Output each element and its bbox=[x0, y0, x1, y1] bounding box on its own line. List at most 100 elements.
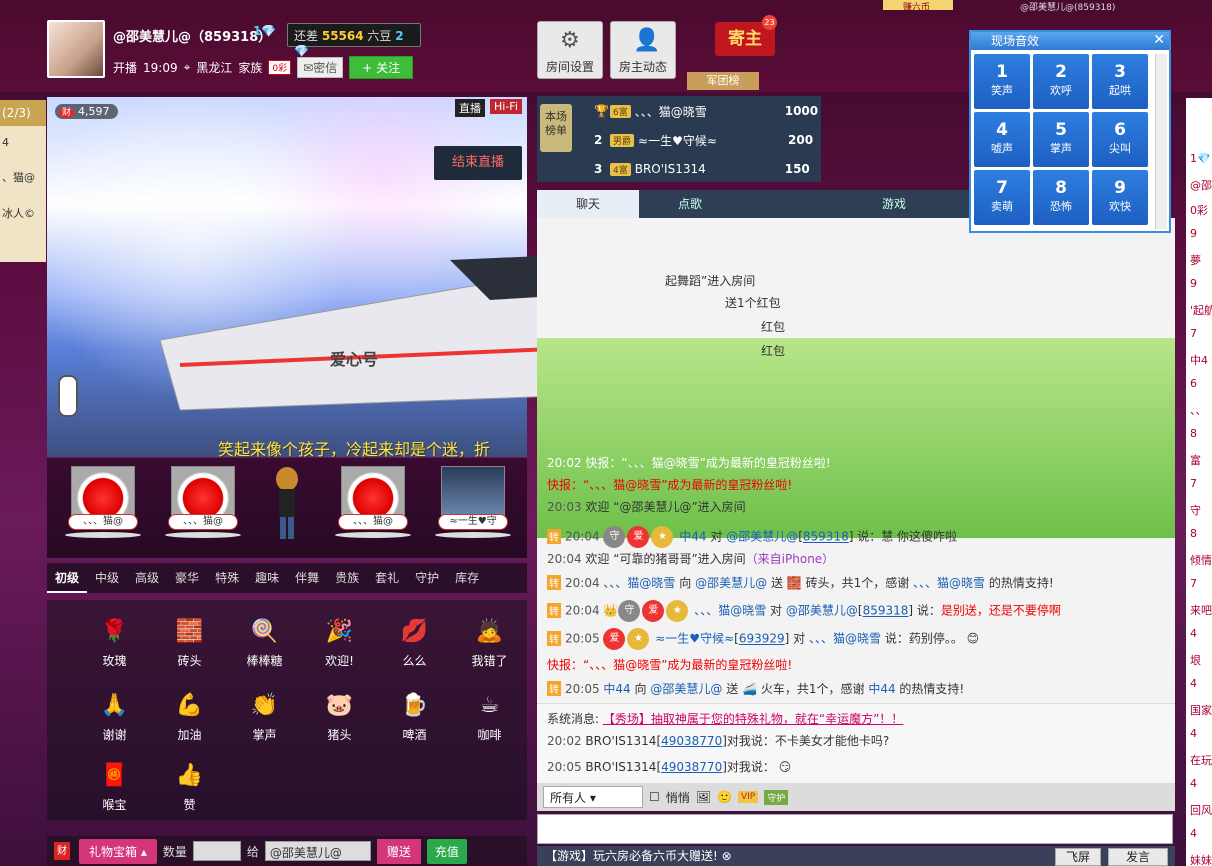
hifi-tag[interactable]: Hi-Fi bbox=[490, 99, 522, 114]
gift-item[interactable]: 👍 赞 bbox=[152, 756, 227, 813]
sound-key[interactable]: 6 尖叫 bbox=[1092, 112, 1148, 167]
chat-user-id[interactable]: 693929 bbox=[739, 632, 785, 646]
chat-user[interactable]: 中44 bbox=[603, 682, 630, 696]
tab-song-request[interactable]: 点歌 bbox=[639, 190, 741, 218]
private-mail-button[interactable]: ✉密信 bbox=[297, 57, 344, 78]
gift-item[interactable]: 👏 掌声 bbox=[227, 686, 302, 743]
right-list-item[interactable]: '起航 bbox=[1190, 302, 1212, 318]
emoji-button-icon[interactable]: 🙂 bbox=[717, 790, 732, 804]
right-list-item[interactable]: 4 bbox=[1190, 777, 1197, 790]
right-list-item[interactable]: 妹妹 bbox=[1190, 852, 1212, 866]
right-list-item[interactable]: 4 bbox=[1190, 727, 1197, 740]
chat-input[interactable] bbox=[537, 814, 1173, 844]
follow-button[interactable]: + 关注 bbox=[349, 56, 414, 79]
system-private-area[interactable]: 系统消息: 【秀场】抽取神属于您的特殊礼物，就在“幸运魔方”！！ 20:02 B… bbox=[537, 703, 1175, 783]
room-settings-button[interactable]: ⚙ 房间设置 bbox=[537, 21, 603, 79]
right-list-item[interactable]: 4 bbox=[1190, 627, 1197, 640]
right-list-item[interactable]: 守 bbox=[1190, 502, 1201, 518]
gift-item[interactable]: 🍺 啤酒 bbox=[377, 686, 452, 743]
chat-user[interactable]: ≈一生♥守候≈ bbox=[655, 632, 734, 646]
earn-coins-link[interactable]: 赚六币 bbox=[883, 0, 953, 13]
right-list-item[interactable]: 1💎 bbox=[1190, 152, 1211, 165]
host-avatar[interactable] bbox=[47, 20, 105, 78]
right-list-item[interactable]: 倾情 bbox=[1190, 552, 1212, 568]
recharge-button[interactable]: 充值 bbox=[426, 838, 467, 864]
sound-key[interactable]: 8 恐怖 bbox=[1033, 170, 1089, 225]
chat-user[interactable]: 中44 bbox=[868, 682, 895, 696]
live-tag[interactable]: 直播 bbox=[455, 99, 485, 117]
right-list-item[interactable]: @邵 bbox=[1190, 177, 1212, 193]
send-message-button[interactable]: 发言 bbox=[1108, 848, 1168, 866]
recipient-select[interactable]: @邵美慧儿@ bbox=[264, 841, 371, 861]
left-list-item[interactable]: 4 bbox=[0, 126, 46, 159]
right-list-item[interactable]: 国家 bbox=[1190, 702, 1212, 718]
right-list-item[interactable]: 富 bbox=[1190, 452, 1201, 468]
tab-blank[interactable] bbox=[741, 190, 843, 218]
send-gift-button[interactable]: 赠送 bbox=[376, 838, 421, 864]
right-list-item[interactable]: 0彩 bbox=[1190, 202, 1208, 218]
gift-tab[interactable]: 特殊 bbox=[207, 563, 247, 593]
legion-rank-button[interactable]: 军团榜 bbox=[687, 72, 759, 90]
guard-icon[interactable]: 守护 bbox=[764, 789, 789, 805]
right-list-item[interactable]: 7 bbox=[1190, 327, 1197, 340]
gift-item[interactable]: 💋 么么 bbox=[377, 612, 452, 669]
forward-icon[interactable]: 转 bbox=[547, 528, 561, 544]
gift-item[interactable]: 🐷 猪头 bbox=[302, 686, 377, 743]
whisper-checkbox[interactable]: ☐ bbox=[649, 790, 660, 804]
right-list-item[interactable]: 来吧 bbox=[1190, 602, 1212, 618]
end-live-button[interactable]: 结束直播 bbox=[434, 146, 522, 180]
right-list-item[interactable]: 8 bbox=[1190, 427, 1197, 440]
empty-seat-character-icon[interactable] bbox=[267, 465, 307, 545]
gift-item[interactable]: 💪 加油 bbox=[152, 686, 227, 743]
right-list-item[interactable]: 回风 bbox=[1190, 802, 1212, 818]
current-user[interactable]: @邵美慧儿@(859318) bbox=[1020, 0, 1170, 13]
chat-user-id[interactable]: 49038770 bbox=[661, 734, 722, 748]
sound-key[interactable]: 1 笑声 bbox=[974, 54, 1030, 109]
scrollbar[interactable] bbox=[1155, 54, 1167, 229]
sound-key[interactable]: 3 起哄 bbox=[1092, 54, 1148, 109]
chat-user[interactable]: 、、、猫@晓雪 bbox=[603, 576, 675, 590]
right-list-item[interactable]: 8 bbox=[1190, 527, 1197, 540]
right-list-item[interactable]: 垠 bbox=[1190, 652, 1201, 668]
right-list-item[interactable]: 9 bbox=[1190, 227, 1197, 240]
gift-box-button[interactable]: 礼物宝箱 ▴ bbox=[79, 838, 157, 864]
gift-tab[interactable]: 中级 bbox=[87, 563, 127, 593]
chat-area[interactable]: 起舞蹈”进入房间 送1个红包 红包 红包 20:02 快报：“、、、猫@晓雪”成… bbox=[537, 218, 1175, 703]
system-link[interactable]: 【秀场】抽取神属于您的特殊礼物，就在“幸运魔方”！！ bbox=[603, 712, 903, 726]
guard-seat[interactable]: ≈一生♥守 bbox=[435, 466, 511, 546]
chat-user-id[interactable]: 859318 bbox=[863, 604, 909, 618]
gift-item[interactable]: 🧱 砖头 bbox=[152, 612, 227, 669]
chat-user[interactable]: 中44 bbox=[679, 530, 706, 544]
right-list-item[interactable]: 6 bbox=[1190, 377, 1197, 390]
family-tag[interactable]: 0彩 bbox=[268, 60, 292, 75]
gift-item[interactable]: 🧧 喉宝 bbox=[77, 756, 152, 813]
chat-user[interactable]: 、、、猫@晓雪 bbox=[694, 604, 766, 618]
chat-user[interactable]: @邵美慧儿@ bbox=[786, 604, 858, 618]
right-list-item[interactable]: 4 bbox=[1190, 827, 1197, 840]
chat-user[interactable]: BRO'IS1314 bbox=[585, 760, 656, 774]
gift-item[interactable]: 🙇 我错了 bbox=[452, 612, 527, 669]
right-list-item[interactable]: 在玩 bbox=[1190, 752, 1212, 768]
fly-screen-button[interactable]: 飞屏 bbox=[1055, 848, 1101, 866]
right-list-item[interactable]: 夢 bbox=[1190, 252, 1201, 268]
chat-user-id[interactable]: 49038770 bbox=[661, 760, 722, 774]
chat-target-select[interactable]: 所有人 ▾ bbox=[543, 786, 643, 808]
sound-key[interactable]: 7 卖萌 bbox=[974, 170, 1030, 225]
right-list-item[interactable]: 9 bbox=[1190, 277, 1197, 290]
right-list-item[interactable]: 7 bbox=[1190, 577, 1197, 590]
right-list-item[interactable]: 4 bbox=[1190, 677, 1197, 690]
wealth-icon[interactable]: 财 bbox=[54, 842, 70, 860]
gift-tab[interactable]: 守护 bbox=[407, 563, 447, 593]
chat-user[interactable]: BRO'IS1314 bbox=[585, 734, 656, 748]
sound-key[interactable]: 2 欢呼 bbox=[1033, 54, 1089, 109]
left-list-item[interactable]: 冰人© bbox=[0, 195, 46, 231]
gift-item[interactable]: 🌹 玫瑰 bbox=[77, 612, 152, 669]
gift-item[interactable]: 🍭 棒棒糖 bbox=[227, 612, 302, 669]
forward-icon[interactable]: 转 bbox=[547, 630, 561, 646]
gift-tab[interactable]: 伴舞 bbox=[287, 563, 327, 593]
close-icon[interactable]: ✕ bbox=[1153, 32, 1165, 48]
gift-tab[interactable]: 套礼 bbox=[367, 563, 407, 593]
image-icon[interactable]: 🖼 bbox=[696, 790, 711, 804]
quantity-stepper[interactable] bbox=[192, 841, 241, 861]
gift-tab[interactable]: 库存 bbox=[447, 563, 487, 593]
